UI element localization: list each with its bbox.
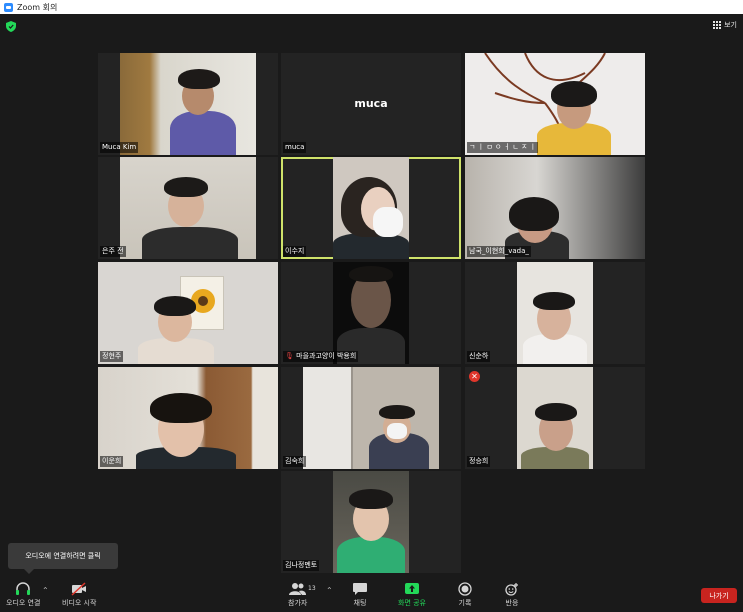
headphones-icon — [16, 582, 31, 595]
leave-meeting-button[interactable]: 나가기 — [701, 588, 737, 603]
window-title: Zoom 회의 — [17, 2, 58, 12]
video-tile-shin-sunha[interactable]: 신순하 — [465, 262, 645, 364]
participant-name: 🎙 마을과고양이 박용희 — [283, 351, 359, 362]
participant-video — [333, 262, 409, 364]
join-audio-button[interactable]: 오디오 연결 — [6, 582, 40, 608]
video-tile-kim-eon-ji[interactable]: ㄱ ㅣ ㅁ ㅇ ㅓ ㄴ ㅈ ㅣ — [465, 53, 645, 155]
participant-video — [98, 262, 278, 364]
video-tile-lee-suji[interactable]: 이수지 — [281, 157, 461, 259]
participant-name: 신순하 — [467, 351, 491, 362]
record-label: 기록 — [458, 599, 472, 607]
join-audio-label: 오디오 연결 — [6, 599, 41, 607]
share-screen-button[interactable]: 화면 공유 — [398, 582, 426, 608]
video-tile-muca[interactable]: muca muca — [281, 53, 461, 155]
video-tile-lee-unhee[interactable]: 이운희 — [98, 367, 278, 469]
zoom-app-icon — [4, 2, 13, 12]
participants-options-caret-icon[interactable]: ⌃ — [326, 586, 333, 595]
record-icon — [458, 582, 472, 596]
view-label: 보기 — [724, 21, 737, 29]
audio-options-caret-icon[interactable]: ⌃ — [42, 586, 49, 595]
participant-video — [120, 157, 256, 259]
participant-name: 남국_이현희_vada_ — [467, 246, 531, 257]
video-tile-kim-najeong-mentor[interactable]: 김나정멘토 — [281, 471, 461, 573]
share-screen-icon — [405, 583, 419, 594]
meeting-toolbar: 오디오 연결 ⌃ 비디오 시작 참가자 13 ⌃ 채팅 화면 공유 기록 반응 … — [0, 580, 743, 612]
participants-icon — [288, 583, 306, 595]
participant-name: 김숙희 — [283, 456, 307, 467]
record-button[interactable]: 기록 — [458, 582, 472, 608]
video-off-camera-icon — [71, 582, 87, 596]
video-off-icon: ✕ — [469, 371, 480, 382]
video-tile-park-yonghee[interactable]: 🎙 마을과고양이 박용희 — [281, 262, 461, 364]
reaction-smiley-icon — [505, 583, 518, 596]
participant-video — [303, 367, 439, 469]
participant-name-text: 마을과고양이 박용희 — [296, 352, 357, 360]
video-tile-namguk-lee-hyunhee[interactable]: 남국_이현희_vada_ — [465, 157, 645, 259]
participant-name: 김나정멘토 — [283, 560, 320, 571]
muted-mic-icon: 🎙 — [285, 352, 294, 360]
video-tile-eunju-jeon[interactable]: 은주 전 — [98, 157, 278, 259]
video-tile-muca-kim[interactable]: Muca Kim — [98, 53, 278, 155]
participant-video — [120, 53, 256, 155]
participant-name: Muca Kim — [100, 142, 139, 153]
participant-video — [517, 262, 593, 364]
participant-name: 정승희 — [467, 456, 491, 467]
reactions-label: 반응 — [505, 599, 519, 607]
participant-name: 정현주 — [100, 351, 124, 362]
participant-video — [465, 157, 645, 259]
video-tile-kim-sookhee[interactable]: 김숙희 — [281, 367, 461, 469]
participant-video — [517, 367, 593, 469]
window-titlebar: Zoom 회의 — [0, 0, 743, 14]
grid-view-icon — [713, 21, 722, 29]
participant-name: muca — [283, 142, 307, 153]
participant-video — [333, 157, 409, 259]
participants-count: 13 — [308, 585, 316, 592]
participant-center-name: muca — [354, 97, 388, 110]
participant-name: ㄱ ㅣ ㅁ ㅇ ㅓ ㄴ ㅈ ㅣ — [467, 142, 539, 153]
start-video-label: 비디오 시작 — [62, 599, 97, 607]
participants-button[interactable]: 참가자 — [288, 582, 307, 608]
participant-name: 이운희 — [100, 456, 124, 467]
reactions-button[interactable]: 반응 — [505, 582, 519, 608]
share-screen-label: 화면 공유 — [398, 599, 426, 607]
video-tile-jeong-seunghee[interactable]: ✕ 정승희 — [465, 367, 645, 469]
participant-name: 은주 전 — [100, 246, 126, 257]
chat-label: 채팅 — [353, 599, 367, 607]
security-shield-icon[interactable] — [6, 21, 16, 32]
meeting-topbar — [0, 14, 743, 38]
participants-label: 참가자 — [288, 599, 308, 607]
chat-bubble-icon — [353, 583, 367, 595]
monitor-foreground — [303, 367, 353, 469]
start-video-button[interactable]: 비디오 시작 — [62, 582, 96, 608]
participant-video — [98, 367, 278, 469]
video-tile-jeong-hyunju[interactable]: 정현주 — [98, 262, 278, 364]
view-button[interactable]: 보기 — [713, 20, 737, 30]
audio-connect-tooltip[interactable]: 오디오에 연결하려면 클릭 — [8, 543, 118, 574]
participant-video — [333, 471, 409, 573]
participant-name: 이수지 — [283, 246, 307, 257]
chat-button[interactable]: 채팅 — [352, 582, 368, 608]
participant-video — [465, 53, 645, 155]
